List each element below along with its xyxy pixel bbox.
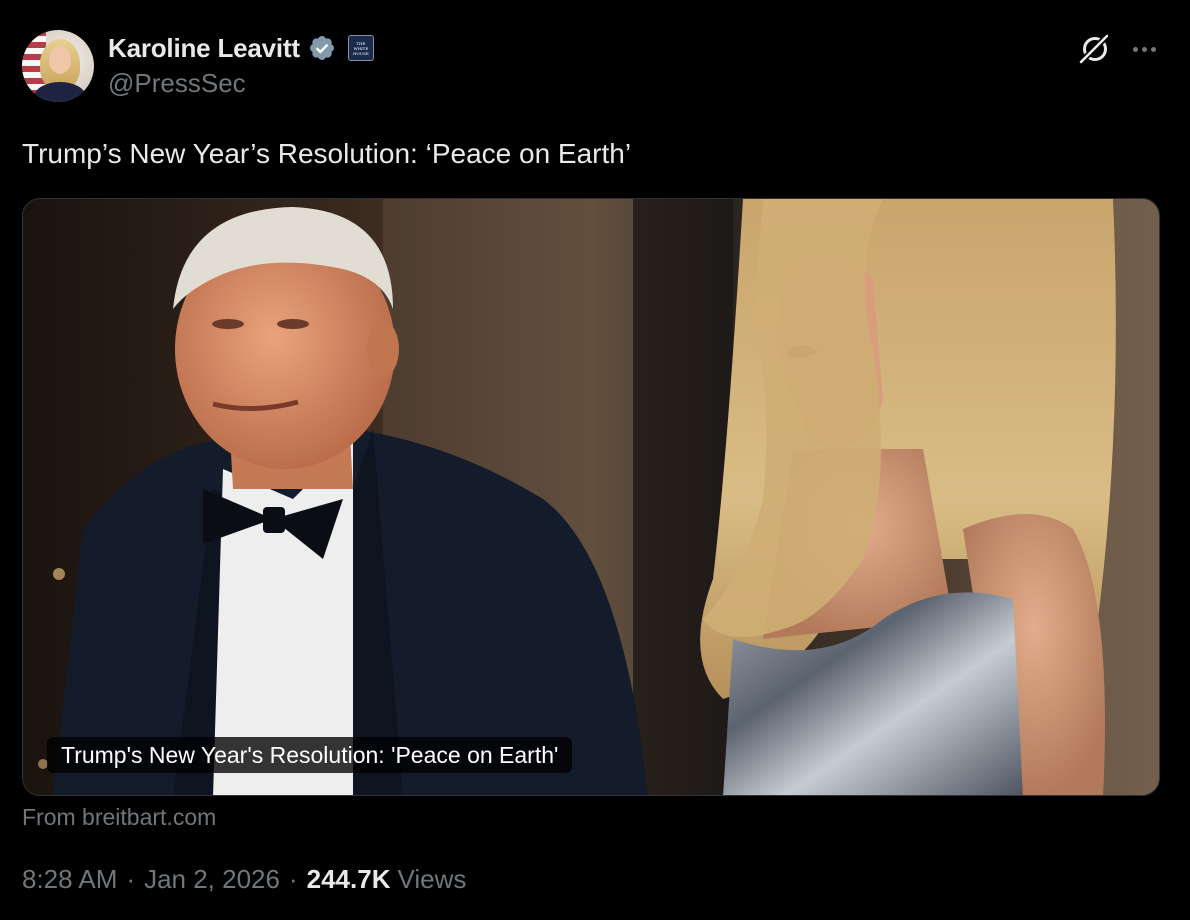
avatar[interactable] bbox=[22, 30, 94, 102]
author-display-name[interactable]: Karoline Leavitt bbox=[108, 33, 300, 64]
link-preview-card[interactable]: Trump's New Year's Resolution: 'Peace on… bbox=[22, 198, 1160, 796]
card-source-link[interactable]: From breitbart.com bbox=[22, 804, 216, 831]
grok-icon[interactable] bbox=[1076, 31, 1112, 67]
author-name-row: Karoline Leavitt THE WHITE HOUSE bbox=[108, 30, 374, 66]
tweet-meta: 8:28 AM · Jan 2, 2026 · 244.7K Views bbox=[22, 864, 466, 895]
more-dot bbox=[1141, 46, 1147, 52]
affiliate-badge-text: THE WHITE HOUSE bbox=[352, 40, 369, 56]
more-dot bbox=[1150, 46, 1156, 52]
card-caption: Trump's New Year's Resolution: 'Peace on… bbox=[47, 737, 573, 773]
author-handle[interactable]: @PressSec bbox=[108, 68, 246, 99]
white-house-affiliate-badge[interactable]: THE WHITE HOUSE bbox=[347, 35, 374, 61]
meta-separator: · bbox=[126, 864, 136, 894]
tweet-date[interactable]: Jan 2, 2026 bbox=[144, 864, 280, 895]
more-options-icon[interactable] bbox=[1128, 36, 1160, 62]
avatar-face bbox=[49, 46, 71, 74]
tweet-text: Trump’s New Year’s Resolution: ‘Peace on… bbox=[22, 138, 632, 169]
avatar-body bbox=[34, 82, 86, 102]
views-count[interactable]: 244.7K bbox=[307, 864, 391, 895]
verified-badge-icon[interactable] bbox=[308, 34, 336, 62]
meta-separator: · bbox=[288, 864, 298, 894]
tweet-time[interactable]: 8:28 AM bbox=[22, 864, 117, 895]
more-dot bbox=[1132, 46, 1138, 52]
card-photo bbox=[23, 199, 1159, 795]
views-label[interactable]: Views bbox=[397, 864, 466, 895]
